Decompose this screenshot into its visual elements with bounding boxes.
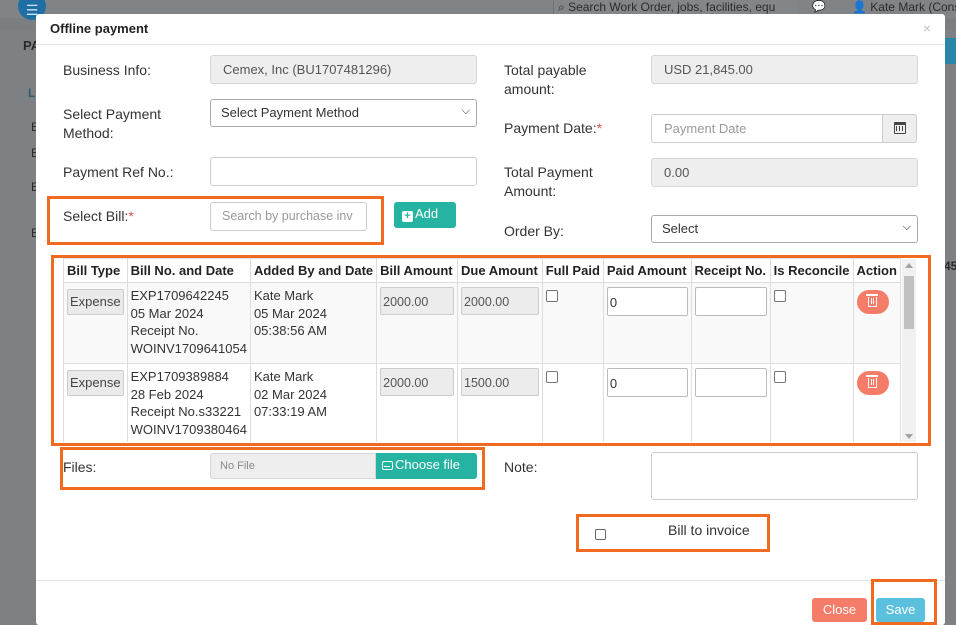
background-user: 👤 Kate Mark (Cons <box>852 0 956 14</box>
choose-file-label: Choose file <box>395 457 461 472</box>
payment-method-select[interactable]: Select Payment Method ⌵ <box>210 99 477 127</box>
file-name-field: No File <box>210 453 376 479</box>
offline-payment-modal: Offline payment × Business Info: Cemex, … <box>36 14 945 625</box>
inbox-icon <box>382 461 393 470</box>
total-payable-field: USD 21,845.00 <box>651 55 918 84</box>
total-payment-label: Total Payment Amount: <box>504 164 593 199</box>
select-bill-search-input[interactable]: Search by purchase inv <box>210 202 367 231</box>
close-icon[interactable]: × <box>923 20 931 36</box>
chat-icon: 💬 <box>812 1 826 13</box>
order-by-select[interactable]: Select ⌵ <box>651 215 918 243</box>
calendar-icon <box>894 122 906 134</box>
plus-icon: + <box>402 211 413 222</box>
note-textarea[interactable] <box>651 452 918 500</box>
total-payable-label: Total payable amount: <box>504 62 587 97</box>
payment-date-label: Payment Date:* <box>504 119 602 138</box>
highlight-save <box>871 579 937 625</box>
modal-header: Offline payment × <box>36 14 945 45</box>
required-marker: * <box>596 120 603 136</box>
modal-footer <box>36 580 945 625</box>
payment-method-label: Select Payment Method: <box>63 106 162 141</box>
add-bill-label: Add <box>415 206 439 221</box>
total-payment-field: 0.00 <box>651 158 918 187</box>
calendar-button[interactable] <box>882 114 917 143</box>
payment-date-input[interactable]: Payment Date <box>651 114 883 143</box>
modal-title: Offline payment <box>50 21 149 36</box>
required-marker: * <box>128 208 134 224</box>
select-bill-label: Select Bill:* <box>63 207 134 226</box>
background-user-name: Kate Mark (Cons <box>870 0 956 14</box>
business-info-field: Cemex, Inc (BU1707481296) <box>210 55 477 84</box>
payment-date-label-text: Payment Date: <box>504 120 597 136</box>
highlight-bills-table <box>51 255 931 446</box>
background-amount: 45 <box>944 259 956 273</box>
note-label: Note: <box>504 459 538 475</box>
choose-file-button[interactable]: Choose file <box>376 453 477 479</box>
close-button[interactable]: Close <box>812 598 867 622</box>
search-icon: ⌕ <box>558 0 565 14</box>
background-section: L <box>28 86 36 100</box>
payment-ref-input[interactable] <box>210 157 477 186</box>
chevron-down-icon: ⌵ <box>461 105 470 117</box>
user-icon: 👤 <box>852 0 867 14</box>
order-by-label: Order By: <box>504 223 564 239</box>
order-by-value: Select <box>662 221 699 236</box>
bill-to-invoice-checkbox[interactable] <box>595 529 606 540</box>
business-info-label: Business Info: <box>63 62 151 78</box>
bill-to-invoice-label: Bill to invoice <box>668 522 750 538</box>
add-bill-button[interactable]: + Add <box>394 202 456 228</box>
payment-method-value: Select Payment Method <box>221 105 360 120</box>
files-label: Files: <box>63 459 97 475</box>
payment-ref-label: Payment Ref No.: <box>63 164 174 180</box>
background-search-placeholder: Search Work Order, jobs, facilities, equ <box>568 0 776 14</box>
background-button <box>944 38 956 64</box>
chevron-down-icon: ⌵ <box>902 221 911 233</box>
select-bill-label-text: Select Bill: <box>63 208 129 224</box>
